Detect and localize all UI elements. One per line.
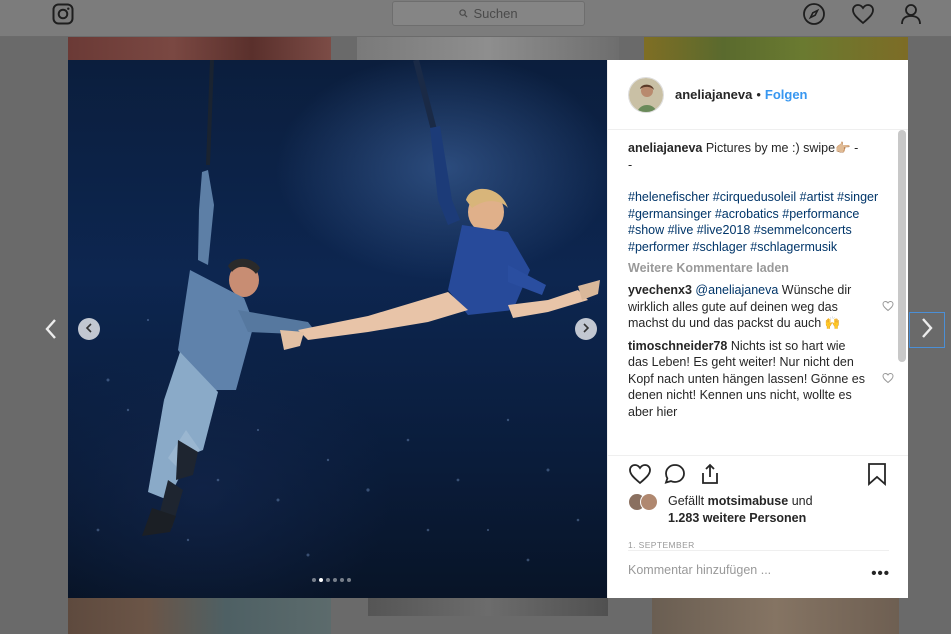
previous-post-button[interactable]	[37, 315, 65, 347]
likes-and: und	[791, 494, 813, 508]
load-more-comments-button[interactable]: Weitere Kommentare laden	[628, 261, 888, 275]
carousel-dot	[312, 578, 316, 582]
feed-thumbnail[interactable]	[368, 598, 608, 616]
post-date[interactable]: 1. SEPTEMBER	[628, 540, 695, 550]
feed-thumbnail[interactable]	[68, 598, 331, 634]
feed-thumbnail[interactable]	[68, 37, 331, 60]
chevron-left-icon	[85, 320, 93, 338]
caption-username[interactable]: aneliajaneva	[628, 141, 702, 155]
feed-thumbnail[interactable]	[357, 37, 619, 60]
profile-icon[interactable]	[899, 2, 923, 31]
post-username[interactable]: aneliajaneva	[675, 87, 752, 102]
hashtags[interactable]: #helenefischer #cirquedusoleil #artist #…	[628, 189, 888, 255]
comment-username[interactable]: yvechenx3	[628, 283, 692, 297]
search-placeholder: Suchen	[473, 6, 518, 21]
search-input[interactable]: Suchen	[392, 1, 585, 26]
follow-button[interactable]: Folgen	[765, 87, 808, 102]
chevron-left-icon	[44, 318, 58, 345]
compass-icon[interactable]	[802, 2, 826, 31]
post-actions: Gefällt motsimabuse und 1.283 weitere Pe…	[608, 455, 908, 595]
carousel-dot	[340, 578, 344, 582]
carousel-dot	[333, 578, 337, 582]
post-photo[interactable]	[68, 60, 607, 598]
carousel-dot	[319, 578, 323, 582]
like-comment-icon[interactable]	[882, 372, 894, 389]
comment-item: yvechenx3 @aneliajaneva Wünsche dir wirk…	[628, 282, 894, 332]
carousel-prev-button[interactable]	[78, 318, 100, 340]
feed-thumbnail[interactable]	[652, 598, 899, 634]
comment-mention[interactable]: @aneliajaneva	[695, 283, 778, 297]
likes-user[interactable]: motsimabuse	[708, 494, 789, 508]
heart-icon[interactable]	[851, 2, 875, 31]
likes-summary: Gefällt motsimabuse und 1.283 weitere Pe…	[628, 493, 813, 526]
share-icon[interactable]	[698, 462, 722, 491]
aerial-acrobats-image	[96, 60, 600, 562]
post-sidebar: aneliajaneva • Folgen aneliajaneva Pictu…	[607, 60, 908, 598]
comments-list: aneliajaneva Pictures by me :) swipe👉🏼 -…	[608, 132, 908, 454]
comment-username[interactable]: timoschneider78	[628, 339, 727, 353]
post-caption: aneliajaneva Pictures by me :) swipe👉🏼 -…	[628, 140, 888, 173]
like-comment-icon[interactable]	[882, 300, 894, 317]
likes-count[interactable]: 1.283 weitere Personen	[668, 511, 806, 525]
like-post-icon[interactable]	[628, 462, 652, 491]
caption-text: Pictures by me :) swipe👉🏼 -	[705, 141, 859, 155]
next-post-button[interactable]	[909, 312, 945, 348]
likes-prefix: Gefällt	[668, 494, 705, 508]
add-comment-input[interactable]: Kommentar hinzufügen ... •••	[628, 550, 889, 588]
chevron-right-icon	[920, 317, 934, 344]
top-navigation-bar: Suchen	[0, 0, 951, 37]
chevron-right-icon	[582, 320, 590, 338]
add-comment-placeholder: Kommentar hinzufügen ...	[628, 562, 772, 577]
carousel-dot	[347, 578, 351, 582]
avatar[interactable]	[628, 76, 664, 113]
carousel-next-button[interactable]	[575, 318, 597, 340]
search-icon	[459, 6, 468, 21]
comment-icon[interactable]	[663, 462, 687, 491]
comments-scrollbar[interactable]	[898, 130, 906, 362]
feed-thumbnail[interactable]	[644, 37, 908, 60]
separator-dot: •	[756, 87, 761, 102]
comment-item: timoschneider78 Nichts ist so hart wie d…	[628, 338, 894, 421]
caption-text-continued: -	[628, 157, 633, 172]
more-options-button[interactable]: •••	[871, 565, 890, 582]
instagram-icon[interactable]	[52, 3, 74, 30]
bookmark-icon[interactable]	[866, 462, 888, 491]
avatar[interactable]	[640, 493, 658, 511]
carousel-dot	[326, 578, 330, 582]
carousel-dots	[312, 578, 351, 582]
post-header: aneliajaneva • Folgen	[608, 60, 908, 130]
post-modal: aneliajaneva • Folgen aneliajaneva Pictu…	[68, 60, 908, 598]
